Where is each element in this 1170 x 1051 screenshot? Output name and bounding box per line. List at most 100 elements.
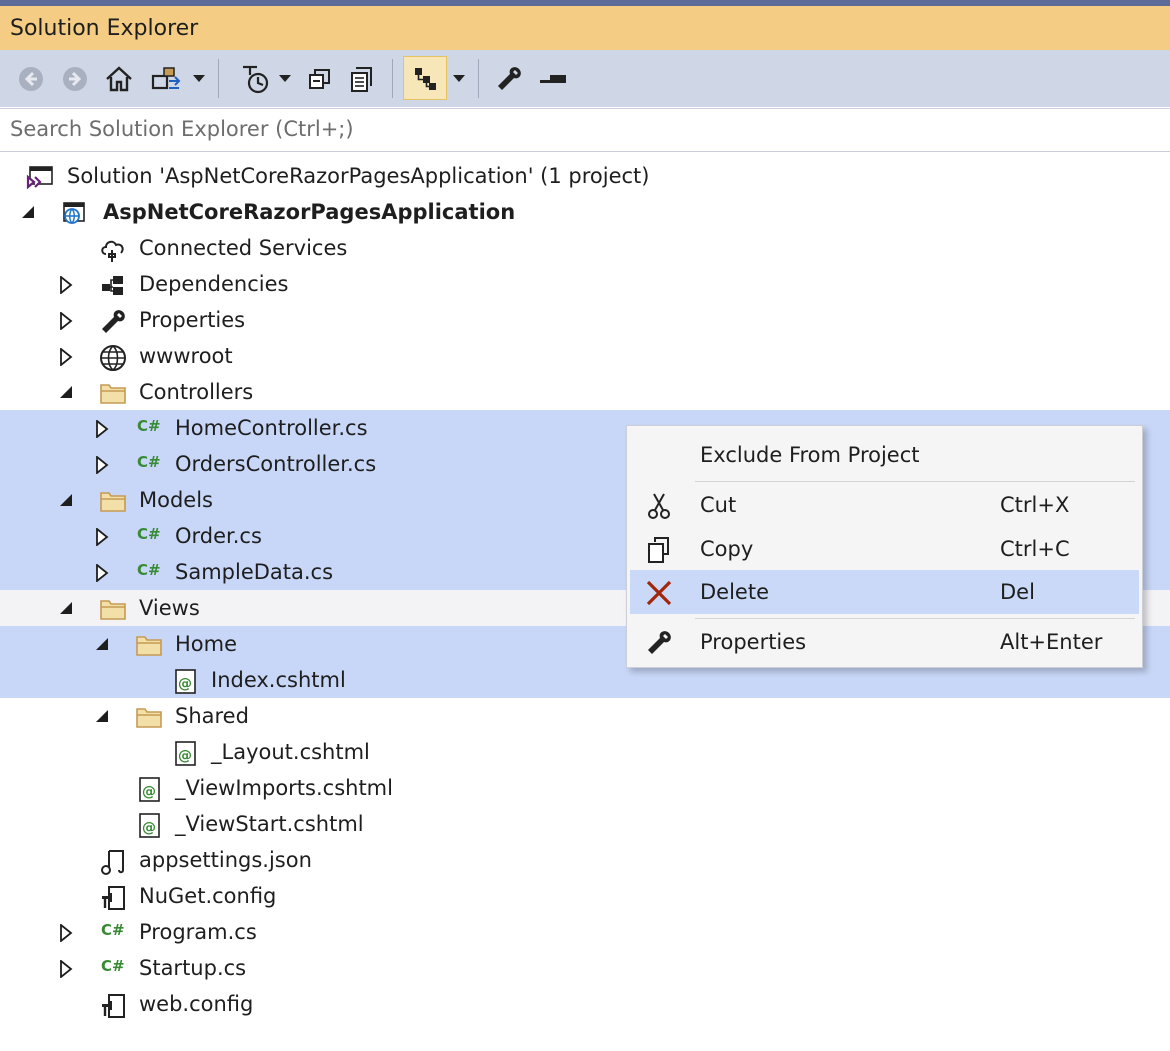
menu-item-label: Exclude From Project bbox=[700, 443, 920, 467]
menu-item-cut[interactable]: Cut Ctrl+X bbox=[630, 483, 1139, 527]
menu-item-shortcut: Ctrl+X bbox=[1000, 493, 1070, 517]
tree-item-program-cs[interactable]: C# Program.cs bbox=[0, 914, 1170, 950]
tree-item-label: Startup.cs bbox=[139, 956, 247, 980]
menu-item-delete[interactable]: Delete Del bbox=[630, 570, 1139, 614]
collapsed-arrow-icon[interactable] bbox=[58, 347, 74, 367]
collapsed-arrow-icon[interactable] bbox=[94, 419, 110, 439]
tree-item-label: _ViewImports.cshtml bbox=[175, 776, 393, 800]
tree-item-viewstart-cshtml[interactable]: @ _ViewStart.cshtml bbox=[0, 806, 1170, 842]
tree-item-shared-folder[interactable]: Shared bbox=[0, 698, 1170, 734]
tree-item-label: web.config bbox=[139, 992, 254, 1016]
dropdown-icon[interactable] bbox=[276, 50, 294, 107]
folder-icon bbox=[135, 632, 162, 658]
dependencies-icon bbox=[99, 272, 125, 298]
tree-item-layout-cshtml[interactable]: @ _Layout.cshtml bbox=[0, 734, 1170, 770]
razor-file-icon: @ bbox=[137, 812, 163, 838]
expanded-arrow-icon[interactable] bbox=[58, 600, 74, 616]
globe-icon bbox=[99, 344, 126, 372]
menu-item-shortcut: Del bbox=[1000, 580, 1035, 604]
tree-item-controllers[interactable]: Controllers bbox=[0, 374, 1170, 410]
svg-text:C#: C# bbox=[137, 453, 161, 471]
expanded-arrow-icon[interactable] bbox=[94, 708, 110, 724]
tree-item-label: Dependencies bbox=[139, 272, 289, 296]
collapsed-arrow-icon[interactable] bbox=[58, 959, 74, 979]
collapsed-arrow-icon[interactable] bbox=[58, 311, 74, 331]
tree-item-properties[interactable]: Properties bbox=[0, 302, 1170, 338]
forward-icon[interactable] bbox=[58, 50, 92, 107]
expanded-arrow-icon[interactable] bbox=[58, 384, 74, 400]
tree-item-viewimports-cshtml[interactable]: @ _ViewImports.cshtml bbox=[0, 770, 1170, 806]
search-box[interactable] bbox=[0, 108, 1170, 152]
menu-item-label: Properties bbox=[700, 630, 807, 654]
menu-item-label: Cut bbox=[700, 493, 737, 517]
collapse-all-icon[interactable] bbox=[302, 50, 338, 107]
tree-item-label: Views bbox=[139, 596, 200, 620]
expanded-arrow-icon[interactable] bbox=[94, 636, 110, 652]
tree-item-label: Controllers bbox=[139, 380, 254, 404]
tree-item-solution[interactable]: Solution 'AspNetCoreRazorPagesApplicatio… bbox=[0, 158, 1170, 194]
tree-item-web-config[interactable]: web.config bbox=[0, 986, 1170, 1022]
tree-item-label: Order.cs bbox=[175, 524, 262, 548]
menu-item-exclude-from-project[interactable]: Exclude From Project bbox=[630, 433, 1139, 477]
tree-item-wwwroot[interactable]: wwwroot bbox=[0, 338, 1170, 374]
tree-item-label: wwwroot bbox=[139, 344, 233, 368]
pending-changes-filter-icon[interactable] bbox=[236, 50, 276, 107]
copy-icon bbox=[644, 535, 674, 565]
tree-item-nuget-config[interactable]: NuGet.config bbox=[0, 878, 1170, 914]
svg-text:@: @ bbox=[178, 748, 192, 764]
svg-text:@: @ bbox=[142, 784, 156, 800]
config-file-icon bbox=[99, 992, 125, 1018]
dropdown-icon[interactable] bbox=[450, 50, 468, 107]
home-icon[interactable] bbox=[102, 50, 136, 107]
back-icon[interactable] bbox=[14, 50, 48, 107]
menu-item-shortcut: Alt+Enter bbox=[1000, 630, 1103, 654]
expanded-arrow-icon[interactable] bbox=[58, 492, 74, 508]
context-menu: Exclude From Project Cut Ctrl+X Copy Ctr… bbox=[626, 425, 1143, 668]
menu-item-properties[interactable]: Properties Alt+Enter bbox=[630, 620, 1139, 664]
tree-item-dependencies[interactable]: Dependencies bbox=[0, 266, 1170, 302]
web-project-icon bbox=[61, 200, 87, 226]
collapsed-arrow-icon[interactable] bbox=[94, 455, 110, 475]
search-input[interactable] bbox=[10, 109, 1150, 149]
tree-item-project[interactable]: AspNetCoreRazorPagesApplication bbox=[0, 194, 1170, 230]
tree-item-appsettings-json[interactable]: appsettings.json bbox=[0, 842, 1170, 878]
tree-item-label: Shared bbox=[175, 704, 249, 728]
tree-item-label: Connected Services bbox=[139, 236, 348, 260]
collapsed-arrow-icon[interactable] bbox=[94, 563, 110, 583]
toolbar-separator bbox=[478, 59, 479, 98]
toolbar-separator bbox=[218, 59, 219, 98]
wrench-icon bbox=[99, 308, 125, 334]
sync-with-active-document-icon[interactable] bbox=[403, 56, 447, 100]
tree-item-label: Models bbox=[139, 488, 213, 512]
expanded-arrow-icon[interactable] bbox=[20, 204, 36, 220]
razor-file-icon: @ bbox=[137, 776, 163, 802]
show-all-files-icon[interactable] bbox=[344, 50, 380, 107]
dropdown-icon[interactable] bbox=[190, 50, 208, 107]
collapsed-arrow-icon[interactable] bbox=[58, 923, 74, 943]
tree-item-label: NuGet.config bbox=[139, 884, 277, 908]
properties-wrench-icon[interactable] bbox=[490, 50, 528, 107]
svg-text:@: @ bbox=[142, 820, 156, 836]
tool-window-title: Solution Explorer bbox=[0, 6, 1170, 50]
tree-item-label: Solution 'AspNetCoreRazorPagesApplicatio… bbox=[67, 164, 650, 188]
connected-services-icon bbox=[99, 236, 125, 262]
collapsed-arrow-icon[interactable] bbox=[58, 275, 74, 295]
tree-item-label: OrdersController.cs bbox=[175, 452, 377, 476]
config-file-icon bbox=[99, 884, 125, 910]
folder-icon bbox=[135, 704, 162, 730]
tree-item-startup-cs[interactable]: C# Startup.cs bbox=[0, 950, 1170, 986]
tree-item-label: SampleData.cs bbox=[175, 560, 334, 584]
menu-separator bbox=[695, 618, 1135, 619]
visual-studio-solution-icon bbox=[26, 164, 53, 190]
csharp-file-icon: C# bbox=[100, 918, 126, 944]
preview-selected-items-icon[interactable] bbox=[536, 50, 570, 107]
folder-icon bbox=[99, 488, 126, 514]
svg-text:C#: C# bbox=[101, 957, 125, 975]
tree-item-connected-services[interactable]: Connected Services bbox=[0, 230, 1170, 266]
menu-item-copy[interactable]: Copy Ctrl+C bbox=[630, 527, 1139, 571]
collapsed-arrow-icon[interactable] bbox=[94, 527, 110, 547]
csharp-file-icon: C# bbox=[136, 522, 162, 548]
svg-text:C#: C# bbox=[137, 561, 161, 579]
tree-item-label: Home bbox=[175, 632, 238, 656]
switch-views-icon[interactable] bbox=[146, 50, 186, 107]
